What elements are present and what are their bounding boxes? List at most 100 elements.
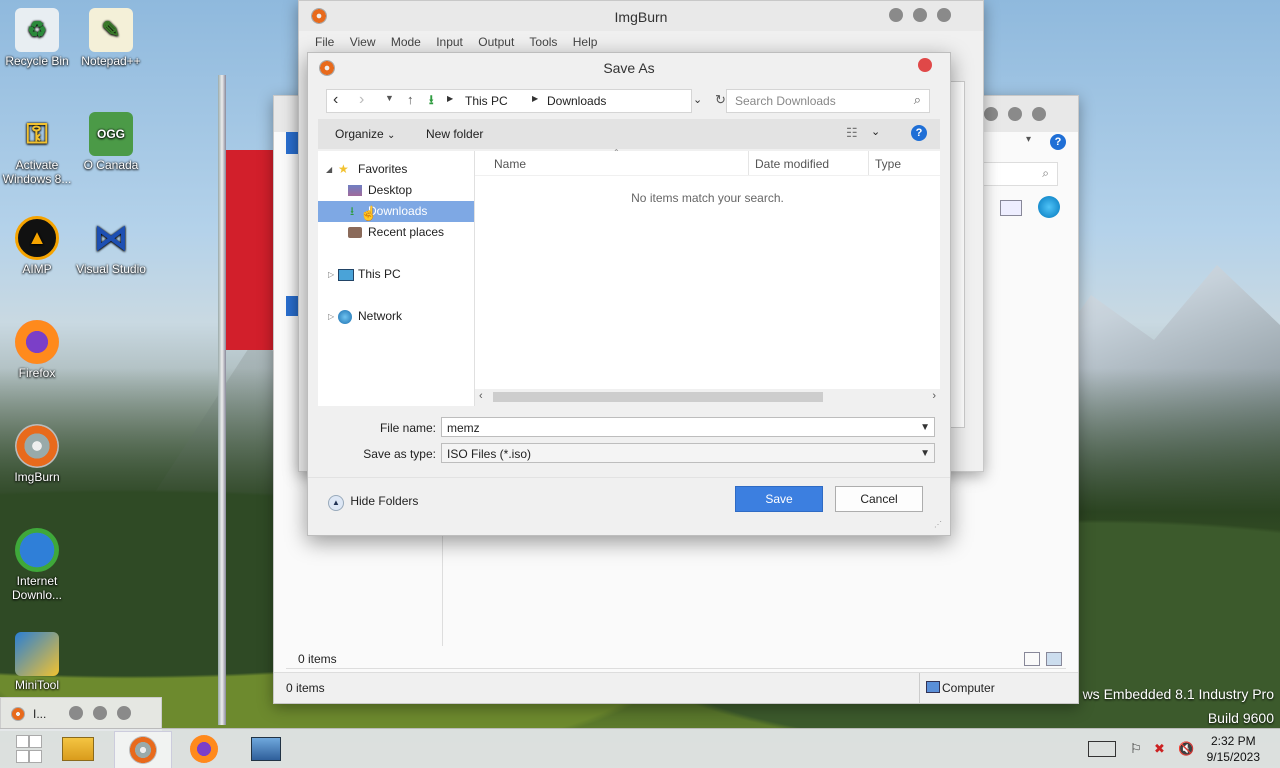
- refresh-icon[interactable]: ↻: [715, 92, 726, 108]
- touch-keyboard-icon[interactable]: [1088, 741, 1116, 757]
- search-box[interactable]: Search Downloads ⌕: [726, 89, 930, 113]
- maximize-button[interactable]: [913, 8, 927, 22]
- nav-label: Recent places: [368, 225, 445, 239]
- desktop-icon-aimp[interactable]: ▲ AIMP: [0, 216, 74, 276]
- taskbar-imgburn[interactable]: [114, 731, 172, 768]
- menu-file[interactable]: File: [315, 35, 334, 49]
- nav-label: This PC: [358, 267, 401, 281]
- nav-item-desktop[interactable]: Desktop: [318, 180, 474, 201]
- save-type-value: ISO Files (*.iso): [447, 447, 532, 461]
- network-error-icon[interactable]: ✖: [1154, 741, 1172, 757]
- close-button[interactable]: [1032, 107, 1046, 121]
- address-dropdown-chevron-icon[interactable]: ⌄: [693, 93, 702, 106]
- breadcrumb-downloads[interactable]: Downloads: [547, 94, 606, 108]
- preview-pane-icon[interactable]: [1000, 200, 1022, 216]
- breadcrumb-this-pc[interactable]: This PC: [465, 94, 508, 108]
- windows-watermark-build: Build 9600: [1207, 710, 1274, 726]
- address-bar[interactable]: ‹ › ▼ ↑ ⭳ ▶ This PC ▶ Downloads ⌄ ↻: [326, 89, 726, 113]
- desktop-icon-recycle-bin[interactable]: ♻ Recycle Bin: [0, 8, 74, 68]
- activate-windows-icon: ⚿: [26, 117, 48, 149]
- hide-folders-button[interactable]: ▲ Hide Folders: [328, 494, 418, 511]
- help-icon[interactable]: ?: [911, 125, 927, 141]
- forward-arrow-icon[interactable]: ›: [359, 91, 364, 109]
- menu-tools[interactable]: Tools: [529, 35, 557, 49]
- view-options-chevron-icon[interactable]: ⌄: [871, 125, 880, 138]
- menu-input[interactable]: Input: [436, 35, 463, 49]
- column-date-modified[interactable]: Date modified: [755, 157, 829, 171]
- globe-icon[interactable]: [1038, 196, 1060, 218]
- new-folder-button[interactable]: New folder: [426, 127, 483, 141]
- expand-arrow-icon[interactable]: ▷: [328, 264, 334, 285]
- nav-item-recent-places[interactable]: Recent places: [318, 222, 474, 243]
- resize-grip-icon[interactable]: ⋰: [934, 520, 942, 529]
- imgburn-title: ImgBurn: [614, 9, 668, 25]
- scroll-right-icon[interactable]: ›: [932, 390, 936, 402]
- empty-message: No items match your search.: [631, 191, 784, 205]
- action-center-flag-icon[interactable]: ⚐: [1130, 741, 1148, 757]
- chevron-down-icon[interactable]: ▾: [1026, 134, 1031, 145]
- help-icon[interactable]: ?: [1050, 134, 1066, 150]
- save-button[interactable]: Save: [735, 486, 823, 512]
- nav-item-favorites[interactable]: ◢ ★ Favorites: [318, 159, 474, 180]
- recycle-bin-icon: ♻: [15, 8, 59, 52]
- expand-arrow-icon[interactable]: ▷: [328, 306, 334, 327]
- desktop-icon-notepad-plus[interactable]: ✎ Notepad++: [74, 8, 148, 68]
- maximize-button[interactable]: [1008, 107, 1022, 121]
- nav-item-network[interactable]: ▷ Network: [318, 306, 474, 327]
- menu-help[interactable]: Help: [573, 35, 598, 49]
- close-button[interactable]: [918, 58, 932, 72]
- recent-locations-chevron-icon[interactable]: ▼: [385, 93, 394, 103]
- desktop-icon-label: ImgBurn: [14, 470, 60, 484]
- background-search-box[interactable]: ⌕: [980, 162, 1058, 186]
- minimize-button[interactable]: [984, 107, 998, 121]
- scrollbar-thumb[interactable]: [493, 392, 823, 402]
- desktop-icon-firefox[interactable]: Firefox: [0, 320, 74, 380]
- details-view-icon[interactable]: [1024, 652, 1040, 666]
- expand-arrow-icon[interactable]: ◢: [326, 159, 332, 180]
- column-separator: [748, 151, 749, 175]
- up-arrow-icon[interactable]: ↑: [407, 92, 414, 107]
- desktop-icon-visual-studio[interactable]: ⋈ Visual Studio: [74, 216, 148, 276]
- cancel-button[interactable]: Cancel: [835, 486, 923, 512]
- nav-label: Network: [358, 309, 403, 323]
- organize-button[interactable]: Organize ⌄: [335, 127, 395, 141]
- imgburn-icon: [15, 424, 59, 468]
- speaker-muted-icon[interactable]: 🔇: [1178, 741, 1196, 757]
- horizontal-scrollbar[interactable]: ‹ ›: [475, 389, 940, 406]
- large-icons-view-icon[interactable]: [1046, 652, 1062, 666]
- start-button[interactable]: [0, 731, 56, 767]
- desktop-icon-o-canada[interactable]: OGG O Canada: [74, 112, 148, 172]
- nav-item-this-pc[interactable]: ▷ This PC: [318, 264, 474, 285]
- desktop-icon-imgburn[interactable]: ImgBurn: [0, 424, 74, 484]
- nav-item-downloads[interactable]: ⭳ Downloads ☝: [318, 201, 474, 222]
- menu-view[interactable]: View: [350, 35, 376, 49]
- desktop-icon-minitool[interactable]: MiniTool: [0, 632, 74, 692]
- recent-places-icon: [348, 227, 362, 238]
- save-type-select[interactable]: ISO Files (*.iso) ▼: [441, 443, 935, 463]
- close-button[interactable]: [937, 8, 951, 22]
- column-type[interactable]: Type: [875, 157, 901, 171]
- menu-mode[interactable]: Mode: [391, 35, 421, 49]
- minimized-window[interactable]: I...: [0, 697, 162, 731]
- close-button[interactable]: [117, 706, 131, 720]
- menu-output[interactable]: Output: [478, 35, 514, 49]
- file-name-value: memz: [447, 421, 480, 435]
- visual-studio-icon: ⋈: [94, 219, 128, 257]
- column-name[interactable]: Name: [494, 157, 526, 171]
- minimize-button[interactable]: [889, 8, 903, 22]
- scroll-left-icon[interactable]: ‹: [479, 390, 483, 402]
- internet-download-manager-icon: [15, 528, 59, 572]
- desktop-icon-activate-windows[interactable]: ⚿ Activate Windows 8...: [0, 112, 74, 187]
- taskbar-clock[interactable]: 2:32 PM 9/15/2023: [1207, 733, 1260, 765]
- desktop-icon-internet-download-manager[interactable]: Internet Downlo...: [0, 528, 74, 602]
- minimize-button[interactable]: [69, 706, 83, 720]
- file-name-input[interactable]: memz ▼: [441, 417, 935, 437]
- back-arrow-icon[interactable]: ‹: [333, 91, 338, 109]
- chevron-down-icon[interactable]: ▼: [920, 418, 930, 438]
- view-options-icon[interactable]: ☷: [846, 125, 858, 141]
- taskbar-firefox[interactable]: [176, 731, 232, 767]
- chevron-down-icon[interactable]: ▼: [920, 444, 930, 464]
- taskbar-remote-desktop[interactable]: [238, 731, 294, 767]
- maximize-button[interactable]: [93, 706, 107, 720]
- taskbar-file-explorer[interactable]: [50, 731, 106, 767]
